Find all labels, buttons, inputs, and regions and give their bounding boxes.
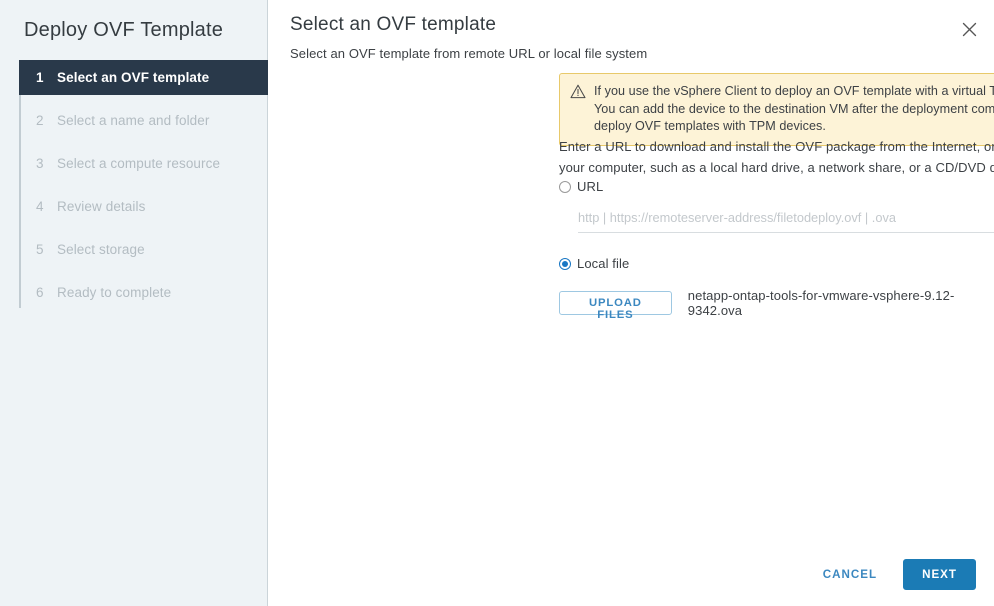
url-option-row[interactable]: URL <box>559 179 603 194</box>
url-input-wrapper[interactable] <box>578 208 994 233</box>
wizard-step-list: 1 Select an OVF template 2 Select a name… <box>0 60 267 310</box>
step-number: 3 <box>36 156 51 171</box>
upload-files-button[interactable]: UPLOAD FILES <box>559 291 672 315</box>
url-radio-button[interactable] <box>559 181 571 193</box>
step-number: 2 <box>36 113 51 128</box>
local-file-option-row[interactable]: Local file <box>559 256 629 271</box>
wizard-sidebar: Deploy OVF Template 1 Select an OVF temp… <box>0 0 268 606</box>
sidebar-step-select-an-ovf-template[interactable]: 1 Select an OVF template <box>19 60 268 95</box>
page-title: Select an OVF template <box>268 0 994 36</box>
sidebar-step-select-storage[interactable]: 5 Select storage <box>19 232 267 267</box>
local-file-radio-button[interactable] <box>559 258 571 270</box>
upload-row: UPLOAD FILES netapp-ontap-tools-for-vmwa… <box>559 288 994 318</box>
step-number: 5 <box>36 242 51 257</box>
close-icon[interactable] <box>958 18 980 40</box>
step-label: Ready to complete <box>57 285 171 300</box>
local-file-option-label[interactable]: Local file <box>577 256 629 271</box>
deploy-ovf-template-wizard: Deploy OVF Template 1 Select an OVF temp… <box>0 0 994 606</box>
step-label: Select an OVF template <box>57 70 209 85</box>
warning-message: If you use the vSphere Client to deploy … <box>590 83 994 136</box>
step-label: Select a name and folder <box>57 113 210 128</box>
step-rail <box>19 60 21 308</box>
step-number: 1 <box>36 70 51 85</box>
url-input[interactable] <box>578 208 994 228</box>
step-number: 4 <box>36 199 51 214</box>
tpm-warning-banner: If you use the vSphere Client to deploy … <box>559 73 994 146</box>
page-subtitle: Select an OVF template from remote URL o… <box>268 36 994 61</box>
wizard-footer: CANCEL NEXT <box>809 559 976 590</box>
sidebar-step-ready-to-complete[interactable]: 6 Ready to complete <box>19 275 267 310</box>
instructions-text: Enter a URL to download and install the … <box>559 136 994 178</box>
url-option-label[interactable]: URL <box>577 179 603 194</box>
cancel-button[interactable]: CANCEL <box>809 560 891 589</box>
step-label: Select storage <box>57 242 145 257</box>
selected-file-name: netapp-ontap-tools-for-vmware-vsphere-9.… <box>688 288 994 318</box>
step-label: Review details <box>57 199 145 214</box>
sidebar-step-review-details[interactable]: 4 Review details <box>19 189 267 224</box>
wizard-title: Deploy OVF Template <box>0 0 267 43</box>
sidebar-step-select-a-compute-resource[interactable]: 3 Select a compute resource <box>19 146 267 181</box>
step-number: 6 <box>36 285 51 300</box>
step-label: Select a compute resource <box>57 156 220 171</box>
wizard-main-panel: Select an OVF template Select an OVF tem… <box>268 0 994 606</box>
sidebar-step-select-a-name-and-folder[interactable]: 2 Select a name and folder <box>19 103 267 138</box>
next-button[interactable]: NEXT <box>903 559 976 590</box>
warning-triangle-icon <box>570 84 590 102</box>
